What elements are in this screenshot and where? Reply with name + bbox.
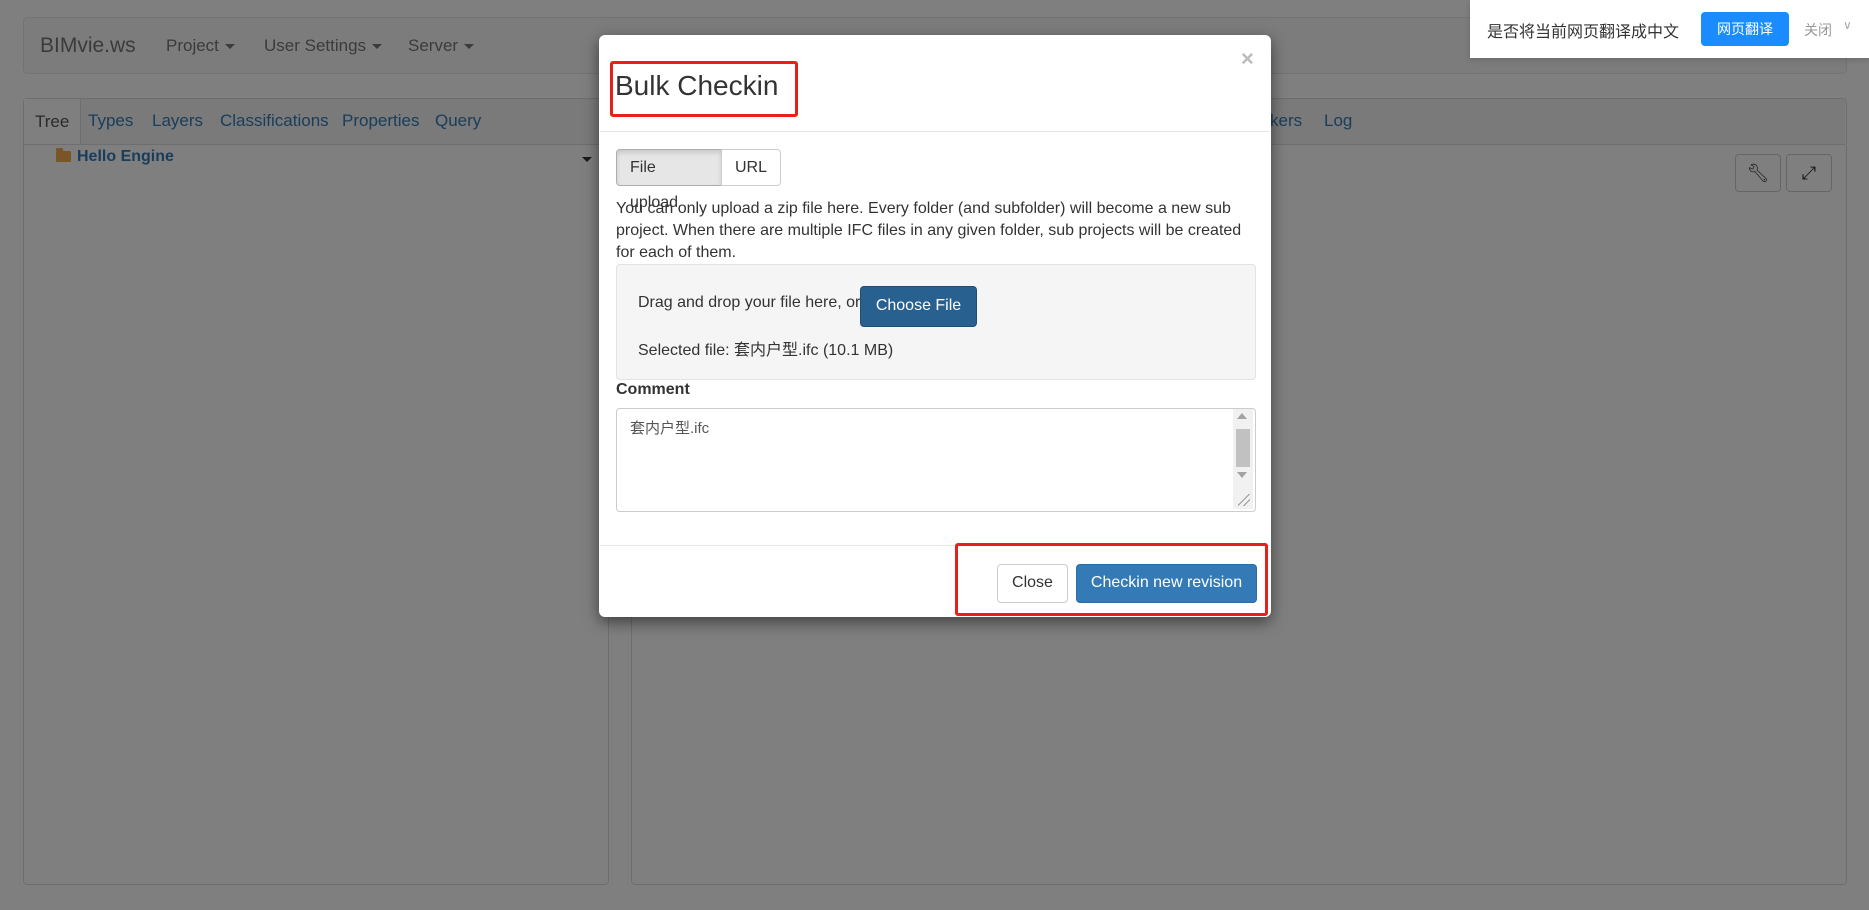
translate-prompt: 是否将当前网页翻译成中文 xyxy=(1487,24,1680,41)
url-toggle[interactable]: URL xyxy=(721,149,781,186)
comment-value: 套内户型.ifc xyxy=(630,420,710,437)
choose-file-button[interactable]: Choose File xyxy=(860,286,977,327)
selected-file-info: Selected file: 套内户型.ifc (10.1 MB) xyxy=(638,342,894,359)
checkin-new-revision-button[interactable]: Checkin new revision xyxy=(1076,564,1257,603)
chevron-down-icon[interactable]: ∨ xyxy=(1843,18,1852,32)
comment-textarea[interactable] xyxy=(616,408,1256,512)
file-upload-toggle[interactable]: File upload xyxy=(616,149,722,211)
drop-instructions: Drag and drop your file here, or xyxy=(638,294,861,311)
scroll-down-icon[interactable] xyxy=(1237,472,1247,478)
close-icon[interactable]: × xyxy=(1241,48,1254,70)
translate-close-button[interactable]: 关闭 xyxy=(1804,20,1832,40)
translate-button[interactable]: 网页翻译 xyxy=(1701,12,1789,46)
resize-grip-icon[interactable] xyxy=(1238,494,1250,506)
comment-label: Comment xyxy=(616,381,690,398)
scroll-up-icon[interactable] xyxy=(1237,413,1247,419)
close-button[interactable]: Close xyxy=(997,564,1068,603)
scrollbar-thumb[interactable] xyxy=(1236,429,1250,467)
upload-help-text: You can only upload a zip file here. Eve… xyxy=(616,200,1242,261)
modal-header-divider xyxy=(600,131,1270,132)
title-highlight-box xyxy=(610,61,798,117)
